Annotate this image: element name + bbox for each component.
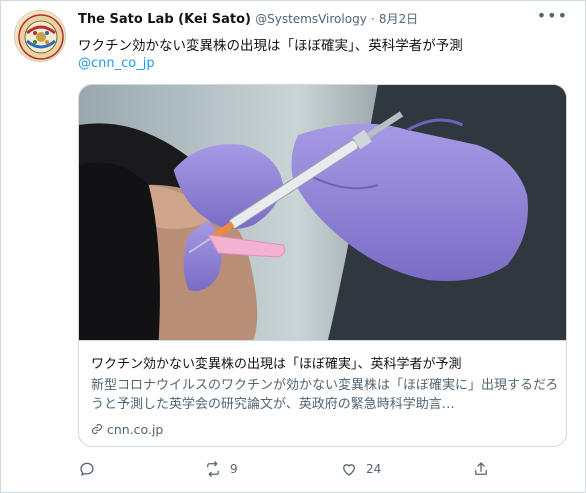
card-domain: cnn.co.jp — [91, 422, 163, 437]
card-title: ワクチン効かない変異株の出現は「ほぼ確実」、英科学者が予測 — [91, 357, 462, 372]
link-icon — [91, 423, 103, 435]
mention-link[interactable]: @cnn_co_jp — [78, 56, 155, 71]
card-domain-text: cnn.co.jp — [106, 422, 164, 437]
tweet-date[interactable]: 8月2日 — [379, 12, 418, 26]
retweet-icon — [207, 461, 219, 477]
like-count: 24 — [366, 462, 382, 476]
avatar[interactable] — [14, 10, 66, 62]
more-options-icon[interactable]: ••• — [537, 6, 568, 25]
avatar-logo-icon — [15, 11, 65, 61]
vaccine-injection-photo — [79, 85, 566, 340]
tweet-text: ワクチン効かない変異株の出現は「ほぼ確実」、英科学者が予測 — [78, 38, 463, 54]
reply-icon — [80, 462, 94, 476]
tweet-header: The Sato Lab (Kei Sato) @SystemsVirology… — [78, 10, 418, 27]
share-icon — [475, 462, 487, 475]
separator: · — [370, 12, 375, 26]
retweet-count: 9 — [230, 462, 238, 476]
card-description: 新型コロナウイルスのワクチンが効かない変異株は「ほぼ確実に」出現するだろうと予測… — [91, 378, 559, 412]
share-button[interactable] — [472, 460, 490, 478]
link-preview-card[interactable]: ワクチン効かない変異株の出現は「ほぼ確実」、英科学者が予測 新型コロナウイルスの… — [78, 84, 567, 447]
tweet-actions: 9 24 — [78, 460, 518, 482]
like-icon — [343, 464, 355, 476]
retweet-button[interactable]: 9 — [204, 460, 238, 478]
handle[interactable]: @SystemsVirology — [255, 12, 367, 26]
display-name[interactable]: The Sato Lab (Kei Sato) — [78, 12, 251, 27]
like-button[interactable]: 24 — [340, 460, 381, 478]
card-divider — [79, 340, 566, 341]
reply-button[interactable] — [78, 460, 104, 478]
